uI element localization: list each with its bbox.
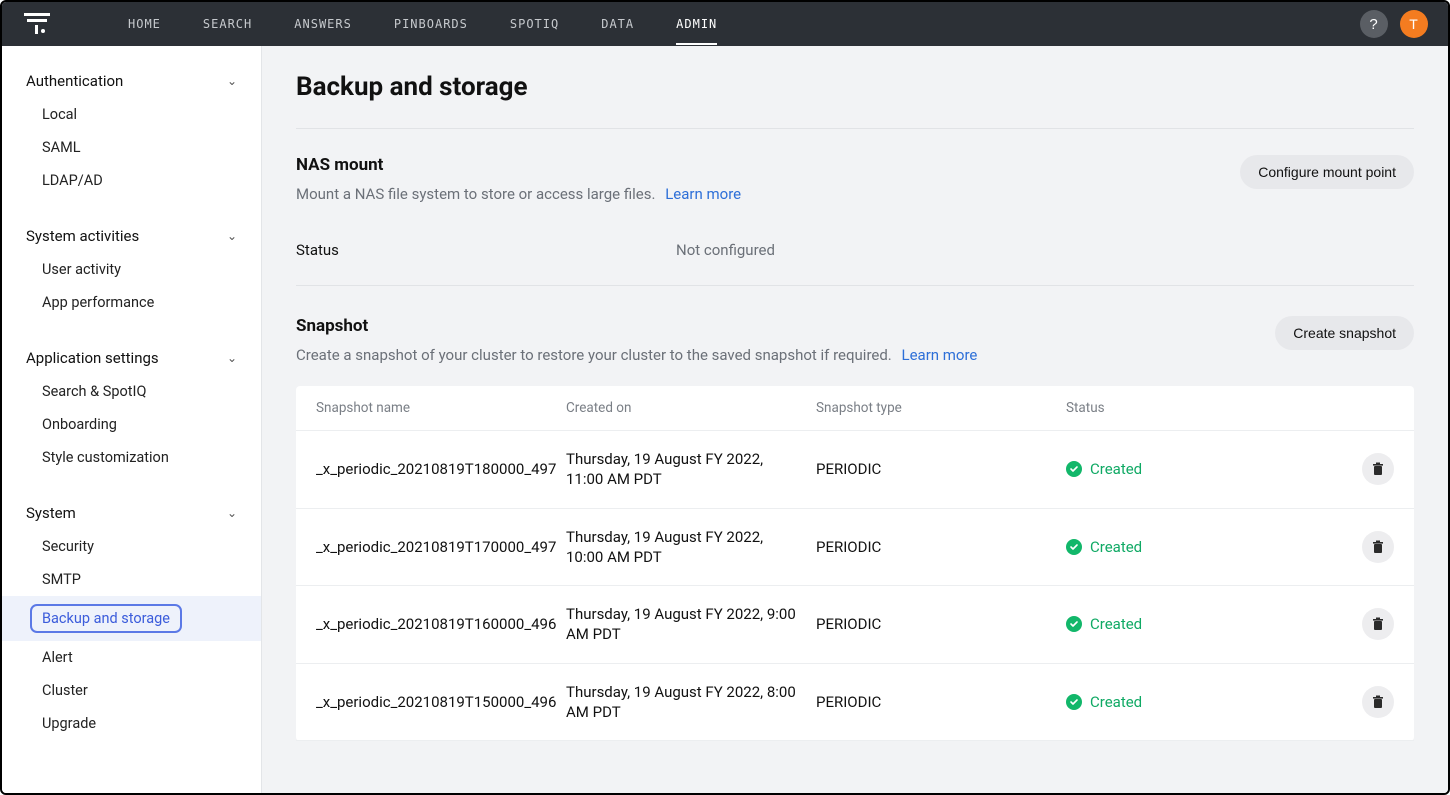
nav-links: HOME SEARCH ANSWERS PINBOARDS SPOTIQ DATA ADMI… [128, 3, 1324, 45]
cell-status: Created [1066, 460, 1316, 478]
sidebar-item-upgrade[interactable]: Upgrade [2, 707, 261, 740]
main-content: Backup and storage NAS mount Mount a NAS… [262, 46, 1448, 793]
cell-name: _x_periodic_20210819T160000_496 [316, 615, 566, 633]
sidebar-item-search-spotiq[interactable]: Search & SpotIQ [2, 375, 261, 408]
sidebar-item-backup-and-storage[interactable]: Backup and storage [2, 596, 261, 641]
sidebar-group-application-settings[interactable]: Application settings⌄ [2, 341, 261, 375]
check-circle-icon [1066, 461, 1082, 477]
sidebar-item-style-customization[interactable]: Style customization [2, 441, 261, 474]
cell-created: Thursday, 19 August FY 2022, 9:00 AM PDT [566, 604, 816, 645]
nas-desc: Mount a NAS file system to store or acce… [296, 185, 741, 203]
cell-created: Thursday, 19 August FY 2022, 8:00 AM PDT [566, 682, 816, 723]
nav-link-spotiq[interactable]: SPOTIQ [510, 3, 559, 45]
col-header-name: Snapshot name [316, 400, 566, 416]
chevron-down-icon: ⌄ [227, 74, 237, 88]
sidebar-group-authentication[interactable]: Authentication⌄ [2, 64, 261, 98]
chevron-down-icon: ⌄ [227, 351, 237, 365]
sidebar-item-security[interactable]: Security [2, 530, 261, 563]
nav-link-search[interactable]: SEARCH [203, 3, 252, 45]
cell-status: Created [1066, 538, 1316, 556]
sidebar-item-alert[interactable]: Alert [2, 641, 261, 674]
check-circle-icon [1066, 539, 1082, 555]
nav-link-admin[interactable]: ADMIN [676, 3, 717, 45]
table-header: Snapshot name Created on Snapshot type S… [296, 386, 1414, 431]
nas-title: NAS mount [296, 155, 741, 175]
sidebar-group-system-activities[interactable]: System activities⌄ [2, 219, 261, 253]
configure-mount-button[interactable]: Configure mount point [1240, 155, 1414, 189]
cell-created: Thursday, 19 August FY 2022, 10:00 AM PD… [566, 527, 816, 568]
delete-snapshot-button[interactable] [1362, 686, 1394, 718]
nas-learn-more-link[interactable]: Learn more [665, 185, 741, 203]
top-nav: HOME SEARCH ANSWERS PINBOARDS SPOTIQ DATA ADMI… [2, 2, 1448, 46]
nav-link-home[interactable]: HOME [128, 3, 161, 45]
col-header-status: Status [1066, 400, 1316, 416]
check-circle-icon [1066, 694, 1082, 710]
sidebar-item-local[interactable]: Local [2, 98, 261, 131]
nas-section: NAS mount Mount a NAS file system to sto… [296, 155, 1414, 286]
sidebar-item-ldap-ad[interactable]: LDAP/AD [2, 164, 261, 197]
create-snapshot-button[interactable]: Create snapshot [1275, 316, 1414, 350]
cell-status: Created [1066, 615, 1316, 633]
cell-name: _x_periodic_20210819T150000_496 [316, 693, 566, 711]
sidebar-item-app-performance[interactable]: App performance [2, 286, 261, 319]
cell-type: PERIODIC [816, 693, 1066, 711]
page-title: Backup and storage [296, 72, 1414, 102]
app-window: HOME SEARCH ANSWERS PINBOARDS SPOTIQ DATA ADMI… [0, 0, 1450, 795]
cell-created: Thursday, 19 August FY 2022, 11:00 AM PD… [566, 449, 816, 490]
help-icon[interactable]: ? [1360, 10, 1388, 38]
cell-status: Created [1066, 693, 1316, 711]
snapshot-section: Snapshot Create a snapshot of your clust… [296, 316, 1414, 741]
cell-type: PERIODIC [816, 460, 1066, 478]
snapshot-title: Snapshot [296, 316, 977, 336]
chevron-down-icon: ⌄ [227, 229, 237, 243]
nas-status-label: Status [296, 241, 676, 259]
snapshot-desc-text: Create a snapshot of your cluster to res… [296, 346, 892, 364]
divider [296, 128, 1414, 129]
nas-status-value: Not configured [676, 241, 775, 259]
snapshot-desc: Create a snapshot of your cluster to res… [296, 346, 977, 364]
col-header-type: Snapshot type [816, 400, 1066, 416]
brand-logo-icon[interactable] [22, 9, 52, 39]
delete-snapshot-button[interactable] [1362, 608, 1394, 640]
delete-snapshot-button[interactable] [1362, 453, 1394, 485]
cell-name: _x_periodic_20210819T180000_497 [316, 460, 566, 478]
nav-link-data[interactable]: DATA [601, 3, 634, 45]
sidebar-group-system[interactable]: System⌄ [2, 496, 261, 530]
sidebar-item-onboarding[interactable]: Onboarding [2, 408, 261, 441]
table-row: _x_periodic_20210819T170000_497Thursday,… [296, 509, 1414, 587]
delete-snapshot-button[interactable] [1362, 531, 1394, 563]
col-header-created: Created on [566, 400, 816, 416]
nas-desc-text: Mount a NAS file system to store or acce… [296, 185, 655, 203]
snapshot-table: Snapshot name Created on Snapshot type S… [296, 386, 1414, 741]
nav-link-pinboards[interactable]: PINBOARDS [394, 3, 468, 45]
user-avatar[interactable]: T [1400, 10, 1428, 38]
nav-link-answers[interactable]: ANSWERS [294, 3, 352, 45]
chevron-down-icon: ⌄ [227, 506, 237, 520]
table-row: _x_periodic_20210819T160000_496Thursday,… [296, 586, 1414, 664]
check-circle-icon [1066, 616, 1082, 632]
cell-type: PERIODIC [816, 538, 1066, 556]
sidebar-item-user-activity[interactable]: User activity [2, 253, 261, 286]
sidebar-item-saml[interactable]: SAML [2, 131, 261, 164]
snapshot-learn-more-link[interactable]: Learn more [902, 346, 978, 364]
table-row: _x_periodic_20210819T180000_497Thursday,… [296, 431, 1414, 509]
sidebar-item-smtp[interactable]: SMTP [2, 563, 261, 596]
table-row: _x_periodic_20210819T150000_496Thursday,… [296, 664, 1414, 742]
cell-type: PERIODIC [816, 615, 1066, 633]
cell-name: _x_periodic_20210819T170000_497 [316, 538, 566, 556]
sidebar-item-cluster[interactable]: Cluster [2, 674, 261, 707]
sidebar: Authentication⌄LocalSAMLLDAP/AD System ac… [2, 46, 262, 793]
